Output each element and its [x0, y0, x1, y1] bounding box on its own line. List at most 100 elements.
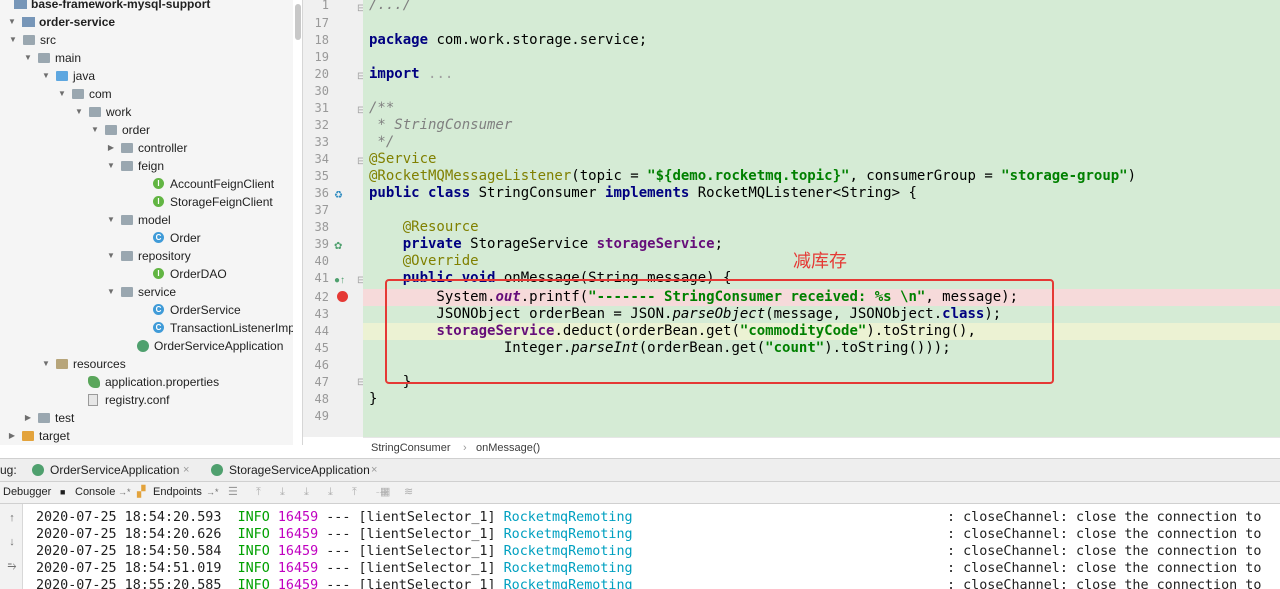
tree-item-label: com	[89, 87, 112, 101]
project-tree[interactable]: base-framework-mysql-support ▼ order-servi…	[0, 0, 293, 445]
tree-item[interactable]: ▼ order-service	[0, 13, 293, 31]
tree-item[interactable]: I StorageFeignClient	[0, 193, 293, 211]
evaluate-expression-icon[interactable]: ▦	[380, 482, 390, 503]
tree-item[interactable]: ▼ java	[0, 67, 293, 85]
pin-arrow-icon[interactable]: →*	[118, 482, 131, 503]
tree-item[interactable]: application.properties	[0, 373, 293, 391]
expand-arrow-icon[interactable]: ▼	[106, 247, 116, 265]
console-log-line[interactable]: 2020-07-25 18:54:20.626 INFO 16459 --- […	[36, 526, 1280, 543]
tree-item[interactable]: ▼ main	[0, 49, 293, 67]
console-log-line[interactable]: 2020-07-25 18:54:50.584 INFO 16459 --- […	[36, 543, 1280, 560]
expand-arrow-icon[interactable]: ▼	[106, 283, 116, 301]
collapse-arrow-icon[interactable]: ▶	[23, 409, 33, 427]
tree-item[interactable]: C OrderService	[0, 301, 293, 319]
breakpoint-icon[interactable]	[337, 291, 348, 302]
pin-arrow-icon[interactable]: →*	[206, 482, 219, 503]
tab-debugger[interactable]: Debugger	[3, 482, 51, 503]
tree-item[interactable]: ▼ order	[0, 121, 293, 139]
tree-item[interactable]: C TransactionListenerImpl	[0, 319, 293, 337]
step-out-icon[interactable]: ⤒	[352, 482, 357, 503]
code-line[interactable]: package com.work.storage.service;	[369, 32, 647, 49]
tree-item[interactable]: ▼ com	[0, 85, 293, 103]
code-line[interactable]: @Resource	[369, 219, 479, 236]
code-editor[interactable]: /.../ package com.work.storage.service; …	[363, 0, 1280, 437]
override-gutter-icon[interactable]: ●↑	[334, 272, 345, 289]
menu-icon[interactable]: ☰	[228, 482, 238, 503]
collapse-arrow-icon[interactable]: ▶	[106, 139, 116, 157]
expand-arrow-icon[interactable]: ▼	[106, 157, 116, 175]
expand-arrow-icon[interactable]: ▼	[23, 49, 33, 67]
tree-item[interactable]: ▼ model	[0, 211, 293, 229]
show-execution-point-icon[interactable]: ⤒	[256, 482, 261, 503]
log-level: INFO	[237, 578, 270, 589]
expand-arrow-icon[interactable]: ▼	[74, 103, 84, 121]
expand-arrow-icon[interactable]: ▼	[8, 31, 18, 49]
collapse-arrow-icon[interactable]: ▶	[7, 427, 17, 445]
code-line[interactable]: * StringConsumer	[369, 117, 512, 134]
soft-wrap-icon[interactable]: ⥱	[6, 560, 18, 573]
expand-arrow-icon[interactable]: ▼	[41, 355, 51, 373]
expand-arrow-icon[interactable]: ▼	[7, 13, 17, 31]
tree-item-label: test	[55, 411, 75, 425]
tree-item[interactable]: ▼ repository	[0, 247, 293, 265]
tree-item[interactable]: ▼ resources	[0, 355, 293, 373]
tree-item[interactable]: ▼ work	[0, 103, 293, 121]
code-line[interactable]: /.../	[369, 0, 411, 14]
code-line[interactable]: }	[369, 391, 377, 408]
console-log-line[interactable]: 2020-07-25 18:55:20.585 INFO 16459 --- […	[36, 577, 1280, 589]
log-thread: [lientSelector_1]	[358, 544, 496, 559]
code-line[interactable]: /**	[369, 100, 394, 117]
tree-item[interactable]: ▼ src	[0, 31, 293, 49]
trace-stream-icon[interactable]: ≋	[404, 482, 413, 503]
scroll-down-icon[interactable]: ↓	[6, 536, 18, 548]
expand-arrow-icon[interactable]: ▼	[106, 211, 116, 229]
tab-storage-service-application[interactable]: StorageServiceApplication ×	[211, 459, 391, 481]
bean-injection-gutter-icon[interactable]: ✿	[334, 238, 342, 255]
expand-arrow-icon[interactable]: ▼	[90, 121, 100, 139]
code-line[interactable]: public class StringConsumer implements R…	[369, 185, 917, 202]
log-message: : closeChannel: close the connection to	[947, 561, 1262, 576]
tree-item[interactable]: I AccountFeignClient	[0, 175, 293, 193]
expand-arrow-icon[interactable]: ▼	[41, 67, 51, 85]
console-output[interactable]: ↑ ↓ ⥱ 2020-07-25 18:54:20.593 INFO 16459…	[0, 504, 1280, 589]
force-step-into-icon[interactable]: ⤓	[328, 482, 333, 503]
tab-console[interactable]: Console	[75, 482, 115, 503]
tree-item[interactable]: I OrderDAO	[0, 265, 293, 283]
breadcrumb-class[interactable]: StringConsumer	[371, 438, 450, 459]
close-icon[interactable]: ×	[183, 459, 189, 481]
tree-item-label: application.properties	[105, 375, 220, 389]
module-icon	[14, 0, 27, 9]
tree-item[interactable]: ▶ controller	[0, 139, 293, 157]
tree-item[interactable]: registry.conf	[0, 391, 293, 409]
tree-item[interactable]: ▼ feign	[0, 157, 293, 175]
tree-item[interactable]: ▼ service	[0, 283, 293, 301]
tree-item[interactable]: ▶ test	[0, 409, 293, 427]
scroll-up-icon[interactable]: ↑	[6, 512, 18, 524]
console-log-line[interactable]: 2020-07-25 18:54:51.019 INFO 16459 --- […	[36, 560, 1280, 577]
breadcrumb-method[interactable]: onMessage()	[476, 438, 540, 459]
code-line[interactable]: */	[369, 134, 394, 151]
breadcrumb-separator-icon: ›	[463, 442, 467, 454]
code-line[interactable]: @Override	[369, 253, 479, 270]
tree-item-label: main	[55, 51, 82, 65]
close-icon[interactable]: ×	[371, 459, 377, 481]
tab-endpoints[interactable]: Endpoints	[153, 482, 202, 503]
tree-item-label: base-framework-mysql-support	[31, 0, 211, 11]
package-icon	[121, 143, 133, 153]
code-line[interactable]: @RocketMQMessageListener(topic = "${demo…	[369, 168, 1136, 185]
code-line[interactable]: import ...	[369, 66, 453, 83]
tree-item[interactable]: base-framework-mysql-support	[0, 0, 293, 13]
tab-order-service-application[interactable]: OrderServiceApplication ×	[32, 459, 200, 481]
tree-item[interactable]: ▶ target	[0, 427, 293, 445]
implements-gutter-icon[interactable]: ♻	[334, 187, 343, 204]
code-line[interactable]: @Service	[369, 151, 436, 168]
project-tree-scrollbar[interactable]	[295, 4, 301, 40]
expand-arrow-icon[interactable]: ▼	[57, 85, 67, 103]
tree-item[interactable]: C Order	[0, 229, 293, 247]
step-into-icon[interactable]: ⤓	[304, 482, 309, 503]
console-log-line[interactable]: 2020-07-25 18:54:20.593 INFO 16459 --- […	[36, 509, 1280, 526]
step-over-icon[interactable]: ⤓	[280, 482, 285, 503]
editor-gutter[interactable]: ♻ ✿ ●↑ ⊟ ⊟ ⊟ ⊟ ⊟ ⊟ 1 17 18 19 20 30 31 32 33 34 35…	[303, 0, 365, 437]
code-line[interactable]: private StorageService storageService;	[369, 236, 723, 253]
tree-item[interactable]: OrderServiceApplication	[0, 337, 293, 355]
